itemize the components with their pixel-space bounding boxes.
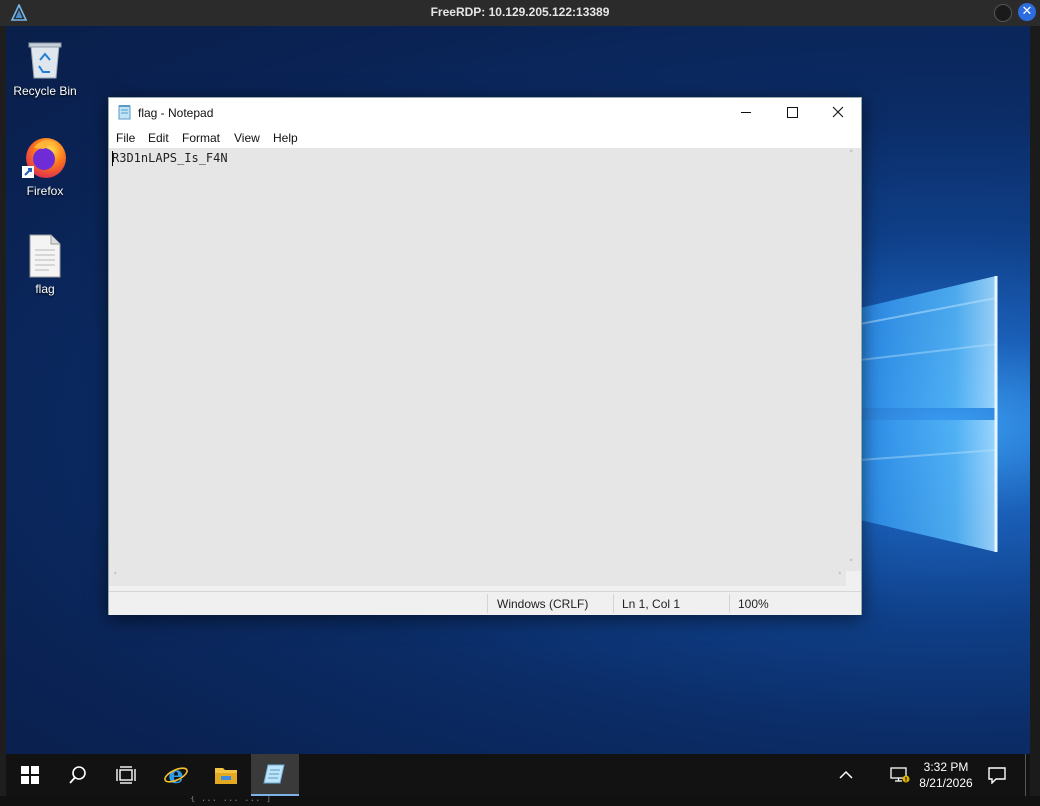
rdp-minimize-button[interactable] [994, 4, 1012, 22]
action-center-button[interactable] [976, 754, 1018, 796]
tray-date: 8/21/2026 [919, 776, 973, 790]
status-position: Ln 1, Col 1 [622, 597, 681, 611]
taskbar-notepad-button[interactable] [251, 754, 299, 796]
notepad-window: flag - Notepad File Edit Format View Hel… [108, 97, 862, 615]
menu-file[interactable]: File [116, 131, 135, 145]
notification-icon [988, 767, 1006, 784]
minimize-icon [741, 112, 751, 113]
task-view-icon [116, 766, 136, 784]
network-icon: ! [890, 767, 910, 784]
desktop-icon-label: Recycle Bin [13, 84, 77, 98]
status-divider [729, 594, 730, 613]
menu-edit[interactable]: Edit [148, 131, 169, 145]
notepad-icon [118, 105, 131, 120]
desktop-icon-label: flag [35, 282, 55, 296]
notepad-window-title: flag - Notepad [138, 106, 214, 120]
svg-text:!: ! [905, 777, 908, 784]
close-button[interactable] [815, 98, 861, 128]
internet-explorer-button[interactable]: e [152, 754, 200, 796]
status-encoding: Windows (CRLF) [497, 597, 589, 611]
internet-explorer-icon: e [164, 762, 188, 788]
desktop-icon-flag[interactable]: flag [6, 234, 84, 296]
status-divider [613, 594, 614, 613]
maximize-icon [787, 107, 798, 118]
firefox-icon [22, 138, 66, 178]
host-background-strip [1030, 26, 1040, 806]
minimize-button[interactable] [723, 98, 769, 128]
file-explorer-button[interactable] [202, 754, 250, 796]
menu-format[interactable]: Format [182, 131, 220, 145]
rdp-close-button[interactable]: ✕ [1018, 3, 1036, 21]
scroll-down-icon[interactable]: ˅ [849, 559, 854, 569]
menu-help[interactable]: Help [273, 131, 298, 145]
desktop-icon-firefox[interactable]: Firefox [6, 134, 84, 198]
host-terminal-strip: { ... ... ... ] [0, 794, 1040, 806]
desktop-icon-label: Firefox [26, 184, 64, 198]
svg-text:e: e [168, 762, 183, 788]
horizontal-scrollbar[interactable]: ˂ ˃ [109, 571, 846, 586]
taskbar: e ! 3:32 PM 8/21/2026 [6, 754, 1030, 796]
rdp-window-title: FreeRDP: 10.129.205.122:13389 [430, 5, 610, 19]
notepad-icon [263, 764, 285, 784]
maximize-button[interactable] [769, 98, 815, 128]
tray-clock[interactable]: 3:32 PM 8/21/2026 [918, 759, 974, 791]
menu-view[interactable]: View [234, 131, 260, 145]
notepad-text-area[interactable]: R3D1nLAPS_Is_F4N [109, 148, 846, 571]
tray-time: 3:32 PM [923, 760, 969, 774]
scroll-right-icon[interactable]: ˃ [838, 572, 843, 582]
text-caret [112, 151, 113, 166]
scroll-left-icon[interactable]: ˂ [113, 572, 118, 582]
recycle-bin-icon [28, 42, 62, 79]
notepad-text-content: R3D1nLAPS_Is_F4N [112, 151, 228, 165]
search-icon [69, 766, 86, 784]
notepad-menubar: File Edit Format View Help [109, 128, 861, 148]
windows-wallpaper-logo [859, 276, 998, 552]
start-icon [21, 766, 39, 784]
search-button[interactable] [54, 754, 102, 796]
scroll-up-icon[interactable]: ˄ [849, 150, 854, 160]
notepad-statusbar: Windows (CRLF) Ln 1, Col 1 100% [109, 591, 861, 615]
status-divider [487, 594, 488, 613]
network-tray-button[interactable]: ! [882, 754, 918, 796]
vertical-scrollbar[interactable]: ˄ ˅ [846, 148, 861, 571]
desktop-icon-recycle-bin[interactable]: Recycle Bin [6, 38, 84, 98]
rdp-titlebar: FreeRDP: 10.129.205.122:13389 ✕ [0, 0, 1040, 26]
remote-desktop: Recycle Bin Firefox flag flag - Notepad … [6, 26, 1030, 796]
close-icon [832, 106, 844, 118]
task-view-button[interactable] [102, 754, 150, 796]
status-zoom: 100% [738, 597, 769, 611]
notepad-titlebar[interactable]: flag - Notepad [109, 98, 861, 128]
show-hidden-icons-button[interactable] [828, 754, 864, 796]
text-file-icon [29, 234, 61, 278]
file-explorer-icon [215, 768, 237, 784]
show-desktop-button[interactable] [1025, 754, 1030, 796]
start-button[interactable] [6, 754, 54, 796]
chevron-up-icon [839, 770, 853, 779]
